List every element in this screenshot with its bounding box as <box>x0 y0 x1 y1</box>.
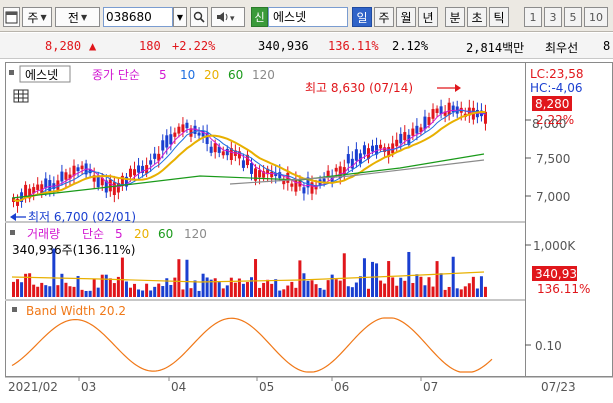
code-dropdown-button[interactable]: ▼ <box>173 7 187 27</box>
code-type-select[interactable]: 전 <box>55 7 100 27</box>
x-label-2021-02: 2021/02 <box>8 380 58 394</box>
chart-frame[interactable] <box>5 62 613 377</box>
quote-extra: 8 <box>603 39 611 53</box>
speaker-icon[interactable]: ▾ <box>211 7 245 27</box>
price-change: 180 <box>139 39 161 53</box>
window-icon[interactable] <box>3 7 20 27</box>
period-second-button[interactable]: 초 <box>467 7 487 27</box>
pane-divider-volume-band[interactable] <box>5 299 525 301</box>
priority-label: 최우선 <box>545 41 579 55</box>
period-tick-button[interactable]: 틱 <box>489 7 509 27</box>
interval-5-button[interactable]: 5 <box>564 7 582 27</box>
current-price: 8,280 <box>45 39 82 53</box>
price-change-pct: +2.22% <box>172 39 216 53</box>
period-month-button[interactable]: 월 <box>396 7 416 27</box>
x-label-06: 06 <box>334 380 349 394</box>
shin-badge[interactable]: 신 <box>251 7 268 27</box>
period-week-button[interactable]: 주 <box>374 7 394 27</box>
up-arrow-icon: ▲ <box>89 39 97 53</box>
x-label-03: 03 <box>81 380 96 394</box>
x-label-07: 07 <box>423 380 438 394</box>
toolbar: 주 전 038680 ▼ ▾ 신 에스넷 일 주 월 년 분 초 틱 1 3 5… <box>0 0 613 32</box>
x-label-04: 04 <box>171 380 186 394</box>
interval-3-button[interactable]: 3 <box>544 7 562 27</box>
stock-code-input[interactable]: 038680 <box>103 7 173 27</box>
period-year-button[interactable]: 년 <box>418 7 438 27</box>
pane-divider-price-volume[interactable] <box>5 221 525 223</box>
volume-value: 340,936 <box>258 39 309 53</box>
market-label: 주 <box>27 10 39 25</box>
stock-name-field[interactable]: 에스넷 <box>268 7 348 27</box>
market-select[interactable]: 주 <box>22 7 52 27</box>
interval-1-button[interactable]: 1 <box>524 7 542 27</box>
trade-amount: 2,814백만 <box>466 41 525 55</box>
code-type-label: 전 <box>67 10 79 25</box>
svg-text:▾: ▾ <box>230 14 235 23</box>
period-day-button[interactable]: 일 <box>352 7 372 27</box>
x-label-05: 05 <box>259 380 274 394</box>
volume-ratio: 136.11% <box>328 39 379 53</box>
search-icon[interactable] <box>190 7 208 27</box>
turnover-rate: 2.12% <box>392 39 429 53</box>
period-minute-button[interactable]: 분 <box>445 7 465 27</box>
quote-bar: 8,280 ▲ 180 +2.22% 340,936 136.11% 2.12%… <box>0 33 613 59</box>
x-label-right: 07/23 <box>541 380 576 394</box>
y-axis-divider <box>525 62 526 377</box>
interval-10-button[interactable]: 10 <box>584 7 608 27</box>
